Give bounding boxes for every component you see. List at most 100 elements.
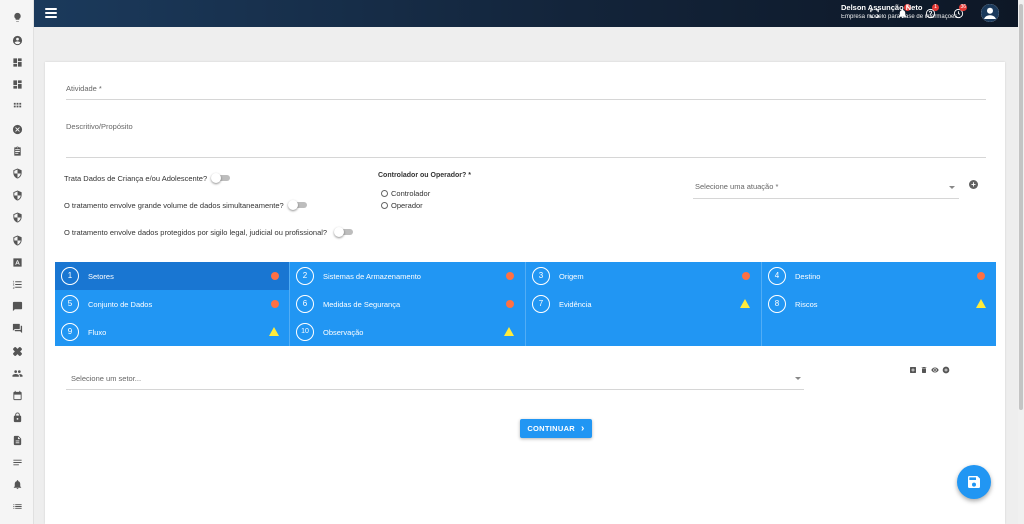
error-status-icon xyxy=(742,272,750,280)
descritivo-textarea[interactable]: Descritivo/Propósito xyxy=(66,116,986,158)
volume-toggle[interactable] xyxy=(288,200,308,210)
company-name: Empresa modelo para base de informações xyxy=(841,14,958,20)
page-scrollbar[interactable] xyxy=(1018,0,1024,524)
step-number: 10 xyxy=(296,323,314,341)
setor-placeholder: Selecione um setor... xyxy=(71,374,142,383)
section-stepper: 1 Setores 2 Sistemas de Armazenamento 3 … xyxy=(55,262,996,346)
step-label: Medidas de Segurança xyxy=(323,300,401,309)
step-number: 8 xyxy=(768,295,786,313)
dashboard-icon[interactable] xyxy=(11,56,23,68)
chevron-down-icon xyxy=(949,186,955,189)
warning-icon xyxy=(504,327,514,336)
step-riscos[interactable]: 8 Riscos xyxy=(762,290,996,318)
chat-icon[interactable] xyxy=(11,300,23,312)
scrollbar-thumb[interactable] xyxy=(1019,4,1023,410)
operador-option-label[interactable]: Operador xyxy=(391,201,423,210)
people-icon[interactable] xyxy=(11,367,23,379)
step-fluxo[interactable]: 9 Fluxo xyxy=(55,318,289,346)
step-destino[interactable]: 4 Destino xyxy=(762,262,996,290)
controlador-radio[interactable] xyxy=(381,190,388,197)
user-info[interactable]: Delson Assunção Neto Empresa modelo para… xyxy=(841,3,971,22)
descritivo-label: Descritivo/Propósito xyxy=(66,122,133,131)
controlador-heading: Controlador ou Operador? * xyxy=(378,172,471,179)
lightbulb-icon[interactable] xyxy=(11,11,23,23)
clipboard-icon[interactable] xyxy=(11,145,23,157)
list-icon[interactable] xyxy=(11,500,23,512)
step-observacao[interactable]: 10 Observação xyxy=(290,318,524,346)
lock-icon[interactable] xyxy=(11,411,23,423)
atividade-label: Atividade * xyxy=(66,84,102,93)
crianca-toggle[interactable] xyxy=(211,173,231,183)
atividade-input[interactable]: Atividade * xyxy=(66,78,986,100)
step-label: Sistemas de Armazenamento xyxy=(323,272,421,281)
save-icon xyxy=(968,476,980,488)
error-status-icon xyxy=(506,272,514,280)
step-setores[interactable]: 1 Setores xyxy=(55,262,289,290)
top-app-bar: 2 1 36 Delson Assunção Neto Empresa mode… xyxy=(34,0,1018,27)
continue-button[interactable]: CONTINUAR › xyxy=(520,419,592,438)
warning-icon xyxy=(976,299,986,308)
document-icon[interactable] xyxy=(11,434,23,446)
sigilo-question: O tratamento envolve dados protegidos po… xyxy=(64,228,328,237)
step-number: 2 xyxy=(296,267,314,285)
alarm-icon[interactable] xyxy=(11,478,23,490)
dashboard-alt-icon[interactable] xyxy=(11,78,23,90)
add-box-icon[interactable] xyxy=(909,366,917,374)
error-status-icon xyxy=(977,272,985,280)
shield-icon[interactable] xyxy=(11,211,23,223)
error-status-icon xyxy=(271,272,279,280)
add-circle-icon[interactable] xyxy=(942,366,950,374)
step-evidencia[interactable]: 7 Evidência xyxy=(526,290,760,318)
continue-label: CONTINUAR xyxy=(527,424,576,433)
menu-icon[interactable] xyxy=(45,8,57,18)
volume-question: O tratamento envolve grande volume de da… xyxy=(64,201,284,210)
step-origem[interactable]: 3 Origem xyxy=(526,262,760,290)
chevron-right-icon: › xyxy=(581,422,585,434)
step-number: 7 xyxy=(532,295,550,313)
step-number: 4 xyxy=(768,267,786,285)
account-circle-icon[interactable] xyxy=(11,34,23,46)
step-number: 3 xyxy=(532,267,550,285)
apps-grid-icon[interactable] xyxy=(11,100,23,112)
avatar[interactable] xyxy=(981,4,999,22)
warning-icon xyxy=(740,299,750,308)
chevron-down-icon xyxy=(795,377,801,380)
calendar-icon[interactable] xyxy=(11,389,23,401)
step-medidas-seguranca[interactable]: 6 Medidas de Segurança xyxy=(290,290,524,318)
delete-icon[interactable] xyxy=(920,366,928,374)
operador-radio[interactable] xyxy=(381,202,388,209)
setor-actions xyxy=(909,366,950,374)
forum-icon[interactable] xyxy=(11,322,23,334)
step-label: Evidência xyxy=(559,300,592,309)
warning-icon xyxy=(269,327,279,336)
crianca-question: Trata Dados de Criança e/ou Adolescente? xyxy=(64,174,208,183)
shield-icon[interactable] xyxy=(11,167,23,179)
atuacao-placeholder: Selecione uma atuação * xyxy=(695,182,779,191)
step-sistemas-armazenamento[interactable]: 2 Sistemas de Armazenamento xyxy=(290,262,524,290)
list-numbered-icon[interactable] xyxy=(11,278,23,290)
step-label: Observação xyxy=(323,328,364,337)
shield-icon[interactable] xyxy=(11,234,23,246)
visibility-icon[interactable] xyxy=(931,366,939,374)
sidebar xyxy=(0,0,34,524)
step-label: Origem xyxy=(559,272,584,281)
step-number: 5 xyxy=(61,295,79,313)
shield-icon[interactable] xyxy=(11,189,23,201)
user-name: Delson Assunção Neto xyxy=(841,3,923,12)
bandage-icon[interactable] xyxy=(11,345,23,357)
save-fab-button[interactable] xyxy=(957,465,991,499)
setor-select[interactable]: Selecione um setor... xyxy=(66,367,804,390)
error-status-icon xyxy=(271,300,279,308)
atuacao-select[interactable]: Selecione uma atuação * xyxy=(693,177,959,199)
step-conjunto-dados[interactable]: 5 Conjunto de Dados xyxy=(55,290,289,318)
step-label: Setores xyxy=(88,272,114,281)
add-atuacao-icon[interactable]: + xyxy=(969,180,978,189)
step-number: 6 xyxy=(296,295,314,313)
sigilo-toggle[interactable] xyxy=(334,227,354,237)
step-label: Destino xyxy=(795,272,821,281)
cancel-circle-icon[interactable] xyxy=(11,123,23,135)
notes-icon[interactable] xyxy=(11,456,23,468)
step-number: 9 xyxy=(61,323,79,341)
font-box-icon[interactable] xyxy=(11,256,23,268)
controlador-option-label[interactable]: Controlador xyxy=(391,189,430,198)
